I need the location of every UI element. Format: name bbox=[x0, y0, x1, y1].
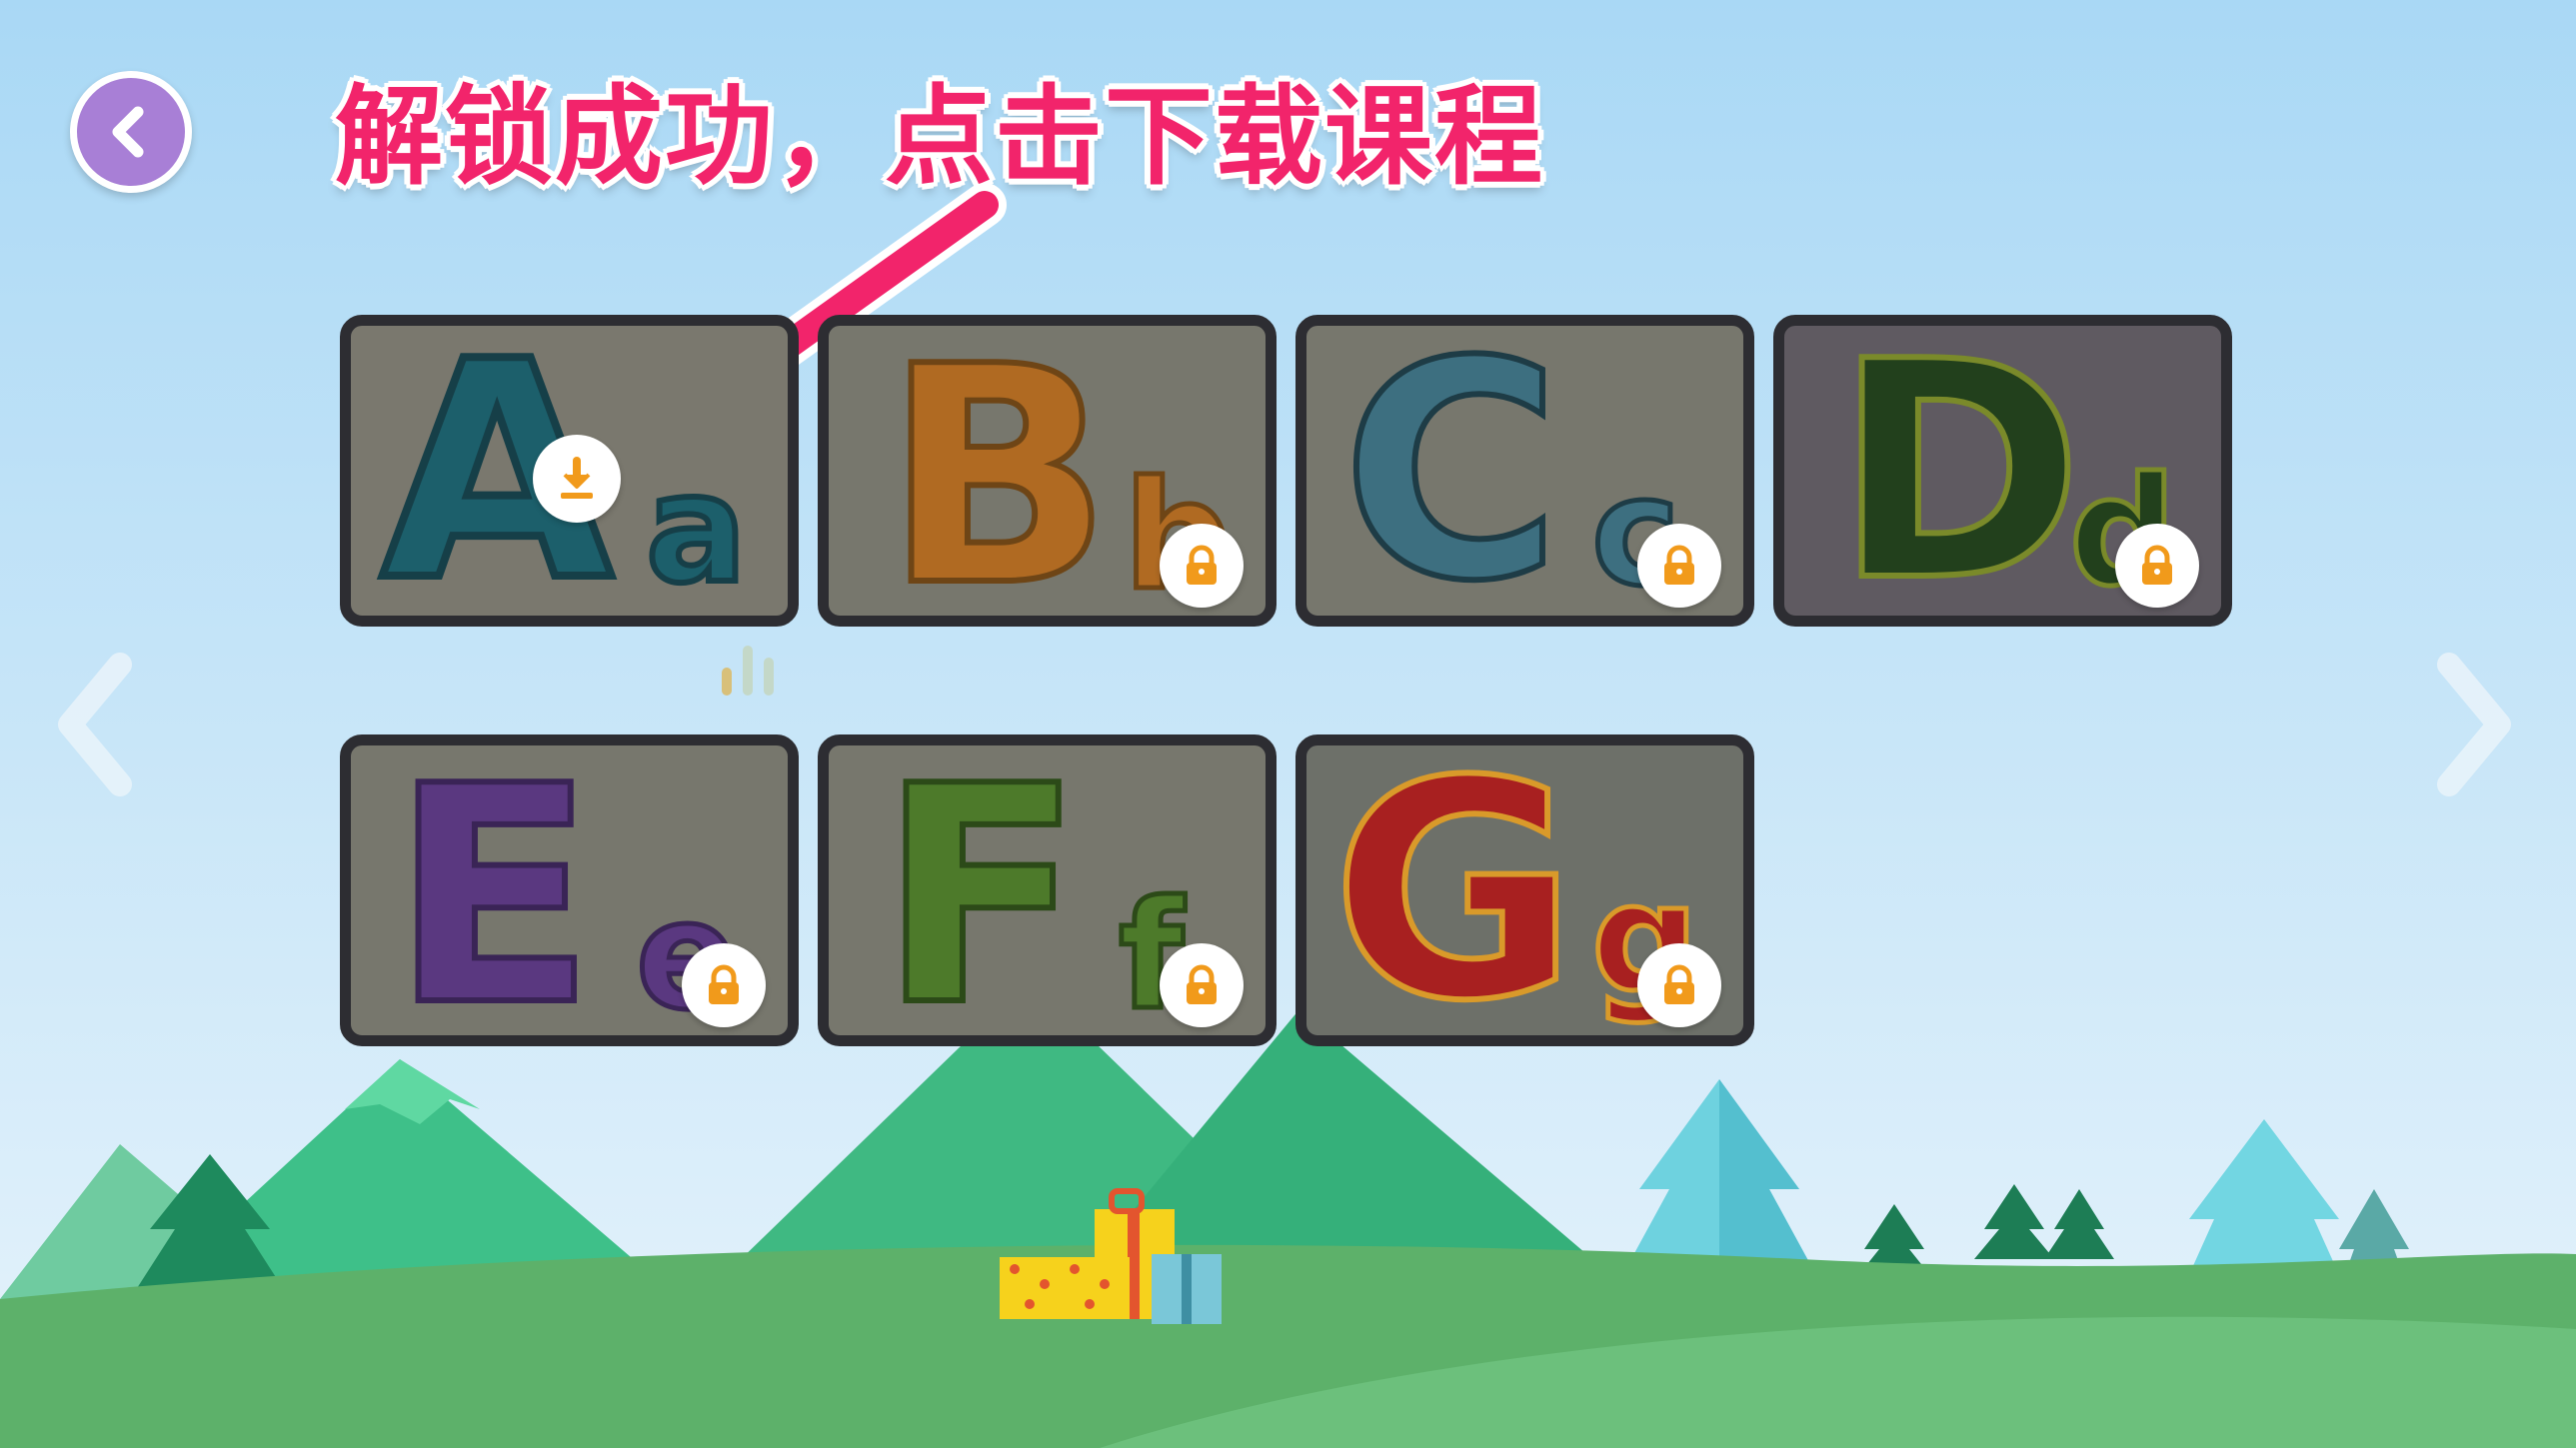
next-page-button[interactable] bbox=[2429, 650, 2519, 799]
lesson-card-b[interactable]: B b bbox=[818, 315, 1277, 627]
download-button[interactable] bbox=[533, 435, 621, 523]
svg-text:B: B bbox=[884, 326, 1113, 616]
locked-badge bbox=[682, 943, 766, 1027]
locked-badge bbox=[1160, 943, 1244, 1027]
unlock-success-hint: 解锁成功，点击下载课程 bbox=[335, 75, 1545, 200]
lock-icon bbox=[2142, 545, 2172, 585]
locked-badge bbox=[1637, 524, 1721, 608]
locked-badge bbox=[1637, 943, 1721, 1027]
svg-text:E: E bbox=[391, 745, 596, 1035]
back-button[interactable] bbox=[70, 71, 192, 193]
locked-badge bbox=[1160, 524, 1244, 608]
svg-text:F: F bbox=[879, 745, 1084, 1035]
previous-page-button[interactable] bbox=[50, 650, 140, 799]
lock-icon bbox=[1664, 545, 1694, 585]
lock-icon bbox=[1187, 545, 1217, 585]
locked-badge bbox=[2115, 524, 2199, 608]
audio-playing-icon bbox=[722, 646, 774, 696]
lock-icon bbox=[1187, 964, 1217, 1004]
svg-text:G: G bbox=[1331, 745, 1577, 1035]
lock-icon bbox=[709, 964, 739, 1004]
chevron-left-icon bbox=[112, 106, 144, 158]
lesson-card-e[interactable]: E e bbox=[340, 734, 799, 1046]
lock-icon bbox=[1664, 964, 1694, 1004]
lesson-card-g[interactable]: G g bbox=[1295, 734, 1754, 1046]
lesson-card-a[interactable]: A a bbox=[340, 315, 799, 627]
svg-text:C: C bbox=[1341, 326, 1561, 616]
hills bbox=[0, 1244, 2576, 1448]
svg-text:a: a bbox=[646, 443, 747, 616]
scenery-background bbox=[0, 0, 2576, 1448]
download-icon bbox=[561, 457, 593, 499]
svg-text:D: D bbox=[1834, 326, 2083, 616]
lesson-card-d[interactable]: D d bbox=[1773, 315, 2232, 627]
lesson-card-f[interactable]: F f bbox=[818, 734, 1277, 1046]
lesson-card-c[interactable]: C c bbox=[1295, 315, 1754, 627]
